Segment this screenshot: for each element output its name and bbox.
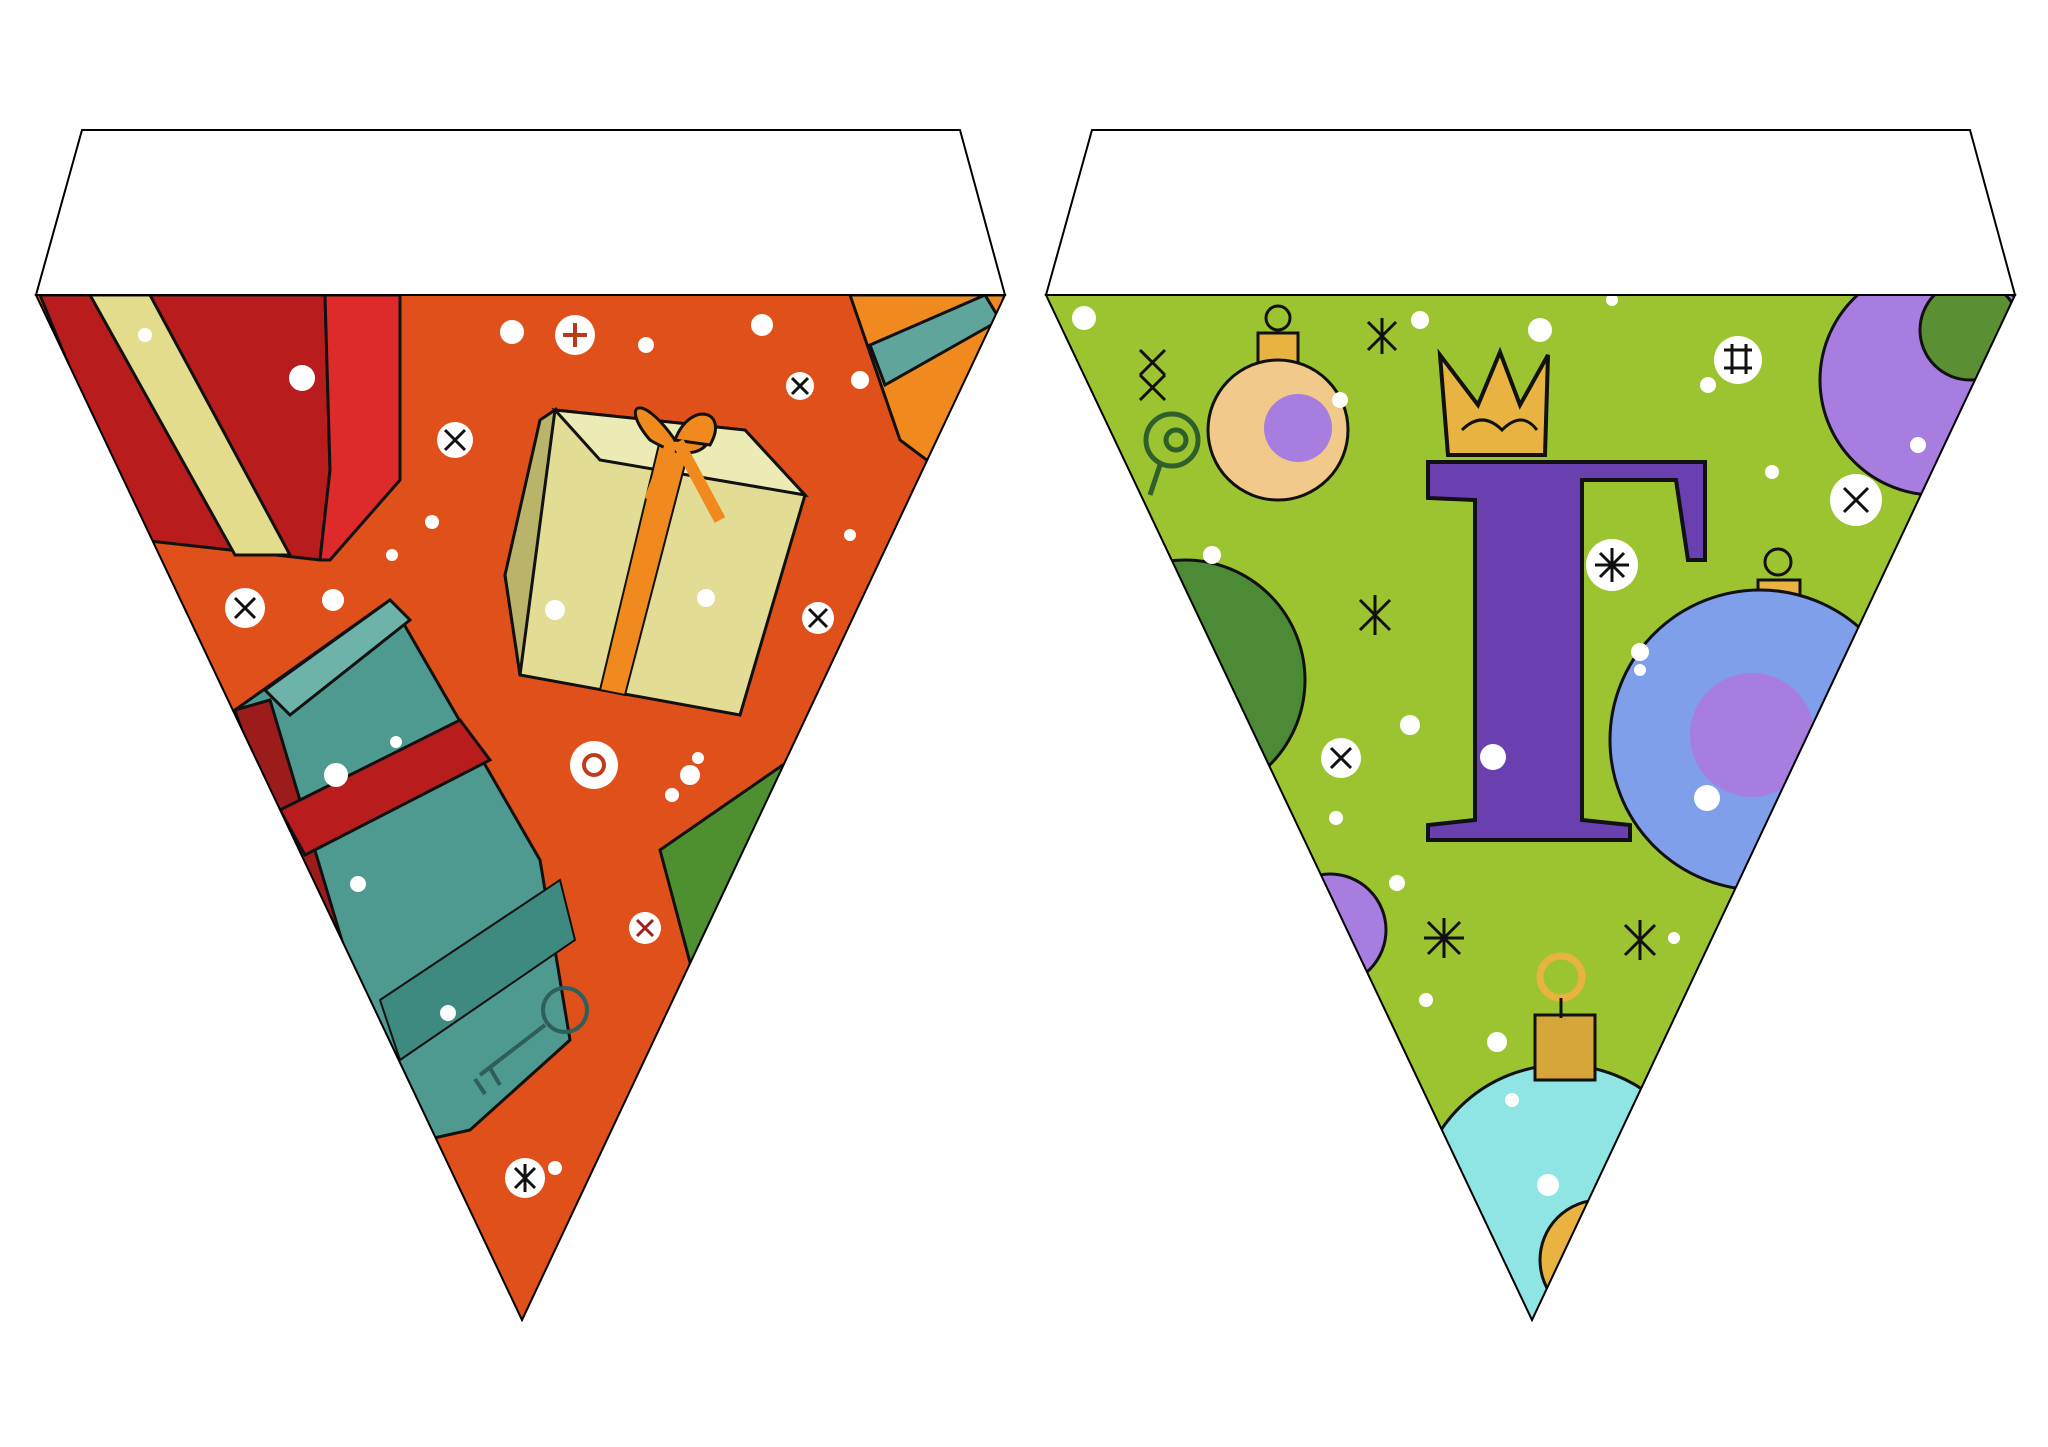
bunting-sheet: Г: [34, 129, 2017, 1323]
fold-tab: [1044, 129, 2017, 296]
gift-box-icon: [37, 295, 402, 562]
snowflake-icon: [555, 315, 595, 355]
snowflake-icon: [437, 422, 473, 458]
bunting-flag-gifts: [34, 129, 1007, 1323]
snowflake-icon: [629, 912, 661, 944]
snowflake-icon: [570, 741, 618, 789]
snowflake-icon: [1321, 738, 1361, 778]
snowflake-icon: [1424, 918, 1464, 958]
fold-tab: [34, 129, 1007, 296]
snowflake-icon: [802, 602, 834, 634]
snowflake-icon: [786, 372, 814, 400]
snowflake-icon: [1714, 336, 1762, 384]
snowflake-icon: [505, 1158, 545, 1198]
snowflake-icon: [1830, 474, 1882, 526]
ornament-ball-icon: [1272, 872, 1388, 988]
bunting-flag-letter: Г: [1044, 129, 2017, 1323]
snowflake-icon: [1586, 539, 1638, 591]
snowflake-icon: [225, 588, 265, 628]
